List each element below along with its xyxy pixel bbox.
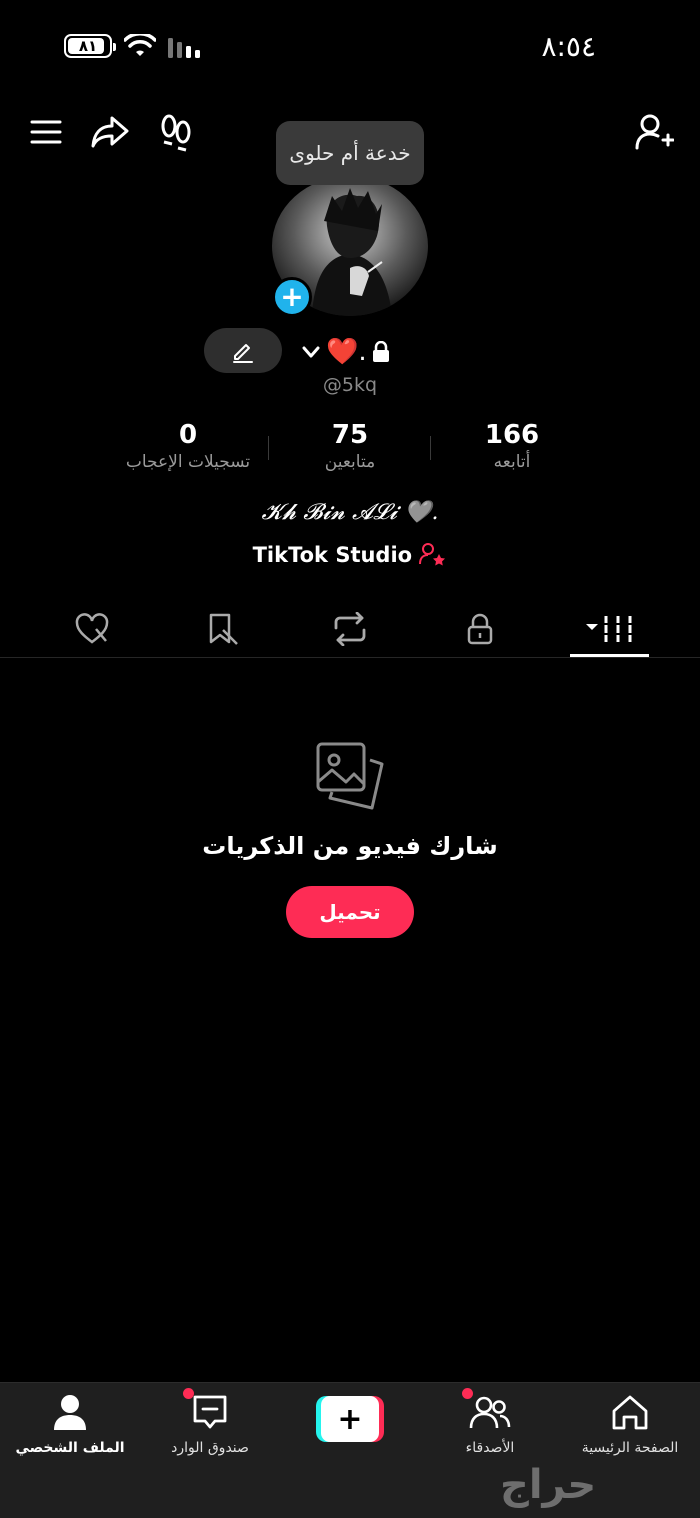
bookmark-icon [209, 613, 238, 645]
lock-icon [372, 341, 389, 362]
footprints-icon[interactable] [156, 110, 196, 154]
nav-inbox[interactable]: صندوق الوارد [140, 1388, 280, 1456]
nav-friends-label: الأصدقاء [465, 1440, 515, 1456]
nav-friends[interactable]: الأصدقاء [420, 1388, 560, 1456]
stat-followers[interactable]: 75 متابعين [270, 420, 430, 472]
stat-likes-label: تسجيلات الإعجاب [125, 452, 251, 472]
profile-handle: @5kq [322, 374, 378, 396]
pencil-icon [233, 343, 253, 363]
home-icon [612, 1395, 648, 1430]
nav-inbox-label: صندوق الوارد [171, 1440, 249, 1456]
active-tab-indicator [570, 654, 649, 657]
status-time: ٨:٥٤ [541, 30, 596, 63]
photo-stack-icon [314, 740, 386, 816]
profile-tooltip: خدعة أم حلوى [276, 121, 424, 185]
upload-button[interactable]: تحميل [286, 886, 414, 938]
tiktok-studio-link[interactable]: TikTok Studio [0, 542, 700, 567]
edit-profile-button[interactable] [204, 328, 282, 373]
create-button[interactable]: + [316, 1396, 384, 1442]
profile-name-row[interactable]: ❤️. [300, 332, 391, 372]
tab-private[interactable] [440, 600, 520, 658]
profile-icon [54, 1395, 86, 1430]
stat-likes[interactable]: 0 تسجيلات الإعجاب [108, 420, 268, 472]
lock-icon [467, 613, 493, 645]
friends-notification-dot [462, 1388, 473, 1399]
profile-tabs [0, 600, 700, 658]
inbox-notification-dot [183, 1388, 194, 1399]
stat-following-count: 166 [484, 420, 540, 450]
share-arrow-icon[interactable] [88, 110, 132, 154]
tiktok-studio-label: TikTok Studio [252, 543, 413, 567]
friends-icon [469, 1396, 511, 1429]
nav-profile-label: الملف الشخصي [15, 1440, 125, 1456]
profile-bio: 𝓚𝓱 𝓑𝓲𝓷 𝓐𝓛𝓲 🩶. [261, 500, 439, 525]
profile-name: ❤️. [326, 337, 367, 367]
nav-home[interactable]: الصفحة الرئيسية [560, 1390, 700, 1456]
empty-state-title: شارك فيديو من الذكريات [202, 832, 498, 860]
add-user-icon[interactable] [632, 110, 676, 154]
stat-divider [268, 436, 269, 460]
tab-liked[interactable] [52, 600, 132, 658]
wifi-icon [123, 32, 157, 62]
grid-icon [586, 616, 634, 642]
stat-followers-count: 75 [331, 420, 369, 450]
signal-icon [168, 36, 206, 62]
watermark: حراج [500, 1462, 597, 1508]
inbox-icon [193, 1395, 227, 1429]
tab-videos[interactable] [570, 600, 650, 658]
chevron-down-icon [302, 346, 320, 358]
stat-followers-label: متابعين [324, 452, 376, 472]
creator-star-icon [419, 543, 446, 566]
battery-indicator: ٨١ [64, 34, 116, 58]
stat-likes-count: 0 [178, 420, 198, 450]
repost-icon [334, 612, 366, 646]
add-avatar-button[interactable]: + [272, 277, 312, 317]
tab-favorites[interactable] [182, 600, 262, 658]
battery-level: ٨١ [78, 37, 98, 55]
nav-profile[interactable]: الملف الشخصي [0, 1390, 140, 1456]
stat-divider [430, 436, 431, 460]
tab-reposts[interactable] [310, 600, 390, 658]
nav-home-label: الصفحة الرئيسية [581, 1440, 679, 1456]
hamburger-menu-icon[interactable] [26, 114, 66, 150]
heart-icon [75, 613, 109, 644]
stat-following-label: أتابعه [493, 452, 531, 472]
stat-following[interactable]: 166 أتابعه [432, 420, 592, 472]
